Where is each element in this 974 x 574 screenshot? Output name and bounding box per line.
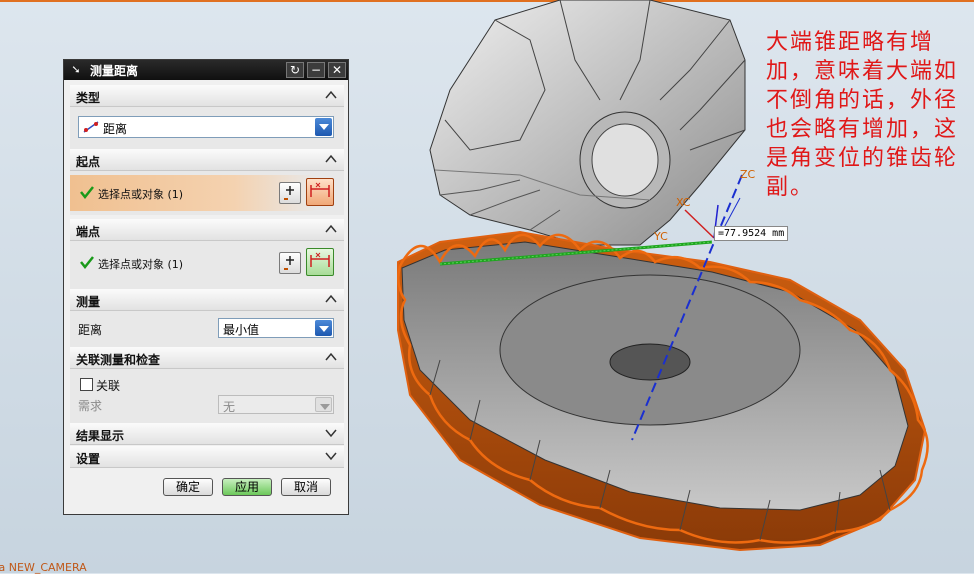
point-constructor-icon xyxy=(284,256,294,270)
chevron-up-icon xyxy=(325,154,337,163)
chevron-down-icon xyxy=(325,429,337,438)
distance-field-label: 距离 xyxy=(78,323,103,337)
requirement-select: 无 xyxy=(218,395,334,414)
point-inference-icon xyxy=(310,252,330,267)
section-assoc-label: 关联测量和检查 xyxy=(76,353,161,367)
section-end-body: 选择点或对象 (1) xyxy=(70,241,344,289)
distance-mode-select[interactable]: 最小值 xyxy=(218,318,334,338)
associative-checkbox[interactable] xyxy=(80,378,93,391)
point-inference-icon xyxy=(310,182,330,197)
section-type-header[interactable]: 类型 xyxy=(70,85,344,107)
section-assoc-header[interactable]: 关联测量和检查 xyxy=(70,347,344,369)
section-start-label: 起点 xyxy=(76,155,101,169)
chevron-down-icon[interactable] xyxy=(315,320,332,336)
type-select-value: 距离 xyxy=(103,122,128,136)
point-dialog-button[interactable] xyxy=(279,252,301,274)
ring-gear xyxy=(397,230,929,552)
section-measure-label: 测量 xyxy=(76,295,101,309)
chevron-up-icon xyxy=(325,90,337,99)
section-start-body: 选择点或对象 (1) xyxy=(70,171,344,215)
section-settings-label: 设置 xyxy=(76,452,101,466)
requirement-value: 无 xyxy=(223,400,236,414)
camera-name-label: ra NEW_CAMERA xyxy=(0,561,87,574)
end-point-selector[interactable]: 选择点或对象 (1) xyxy=(70,245,344,281)
distance-icon xyxy=(83,121,99,133)
point-constructor-icon xyxy=(284,186,294,200)
close-icon[interactable]: ✕ xyxy=(328,62,346,78)
measurement-readout: =77.9524 mm xyxy=(714,226,789,241)
distance-mode-value: 最小值 xyxy=(223,323,260,337)
section-type-label: 类型 xyxy=(76,91,101,105)
chevron-up-icon xyxy=(325,224,337,233)
start-point-type-button[interactable] xyxy=(306,178,334,206)
chevron-down-icon[interactable] xyxy=(315,118,332,136)
end-point-type-button[interactable] xyxy=(306,248,334,276)
pinion-gear xyxy=(429,0,746,246)
section-assoc-body: 关联 需求 无 xyxy=(70,369,344,423)
xc-axis-label: XC xyxy=(676,196,691,209)
point-dialog-button[interactable] xyxy=(279,182,301,204)
section-results-label: 结果显示 xyxy=(76,429,125,443)
end-point-text: 选择点或对象 (1) xyxy=(98,258,184,271)
cancel-button[interactable]: 取消 xyxy=(281,478,331,496)
minimize-icon[interactable]: − xyxy=(307,62,325,78)
ok-button[interactable]: 确定 xyxy=(163,478,213,496)
section-type-body: 距离 xyxy=(70,107,344,149)
apply-button[interactable]: 应用 xyxy=(222,478,272,496)
chevron-up-icon xyxy=(325,294,337,303)
cursor-icon: ➘ xyxy=(71,63,81,76)
associative-label: 关联 xyxy=(96,379,121,393)
section-settings-header[interactable]: 设置 xyxy=(70,446,344,468)
section-end-header[interactable]: 端点 xyxy=(70,219,344,241)
start-point-selector[interactable]: 选择点或对象 (1) xyxy=(70,175,344,211)
chevron-down-icon xyxy=(315,397,332,412)
requirement-label: 需求 xyxy=(78,399,103,413)
section-end-label: 端点 xyxy=(76,225,101,239)
chevron-up-icon xyxy=(325,352,337,361)
check-icon xyxy=(80,186,94,199)
section-start-header[interactable]: 起点 xyxy=(70,149,344,171)
start-point-text: 选择点或对象 (1) xyxy=(98,188,184,201)
type-select[interactable]: 距离 xyxy=(78,116,334,138)
dialog-title: 测量距离 xyxy=(90,64,139,78)
yc-axis-label: YC xyxy=(654,230,668,243)
zc-axis-label: ZC xyxy=(740,168,756,181)
reset-icon[interactable]: ↻ xyxy=(286,62,304,78)
annotation-text: 大端锥距略有增加，意味着大端如不倒角的话，外径也会略有增加，这是角变位的锥齿轮副… xyxy=(766,30,959,200)
chevron-down-icon xyxy=(325,452,337,461)
check-icon xyxy=(80,256,94,269)
measure-distance-dialog: ➘ 测量距离 ↻ − ✕ 类型 距离 起点 选择点或对象 (1) 端点 选择点或… xyxy=(63,59,349,515)
section-measure-body: 距离 最小值 xyxy=(70,311,344,347)
section-results-header[interactable]: 结果显示 xyxy=(70,423,344,445)
dialog-titlebar[interactable]: ➘ 测量距离 ↻ − ✕ xyxy=(64,60,348,80)
section-measure-header[interactable]: 测量 xyxy=(70,289,344,311)
